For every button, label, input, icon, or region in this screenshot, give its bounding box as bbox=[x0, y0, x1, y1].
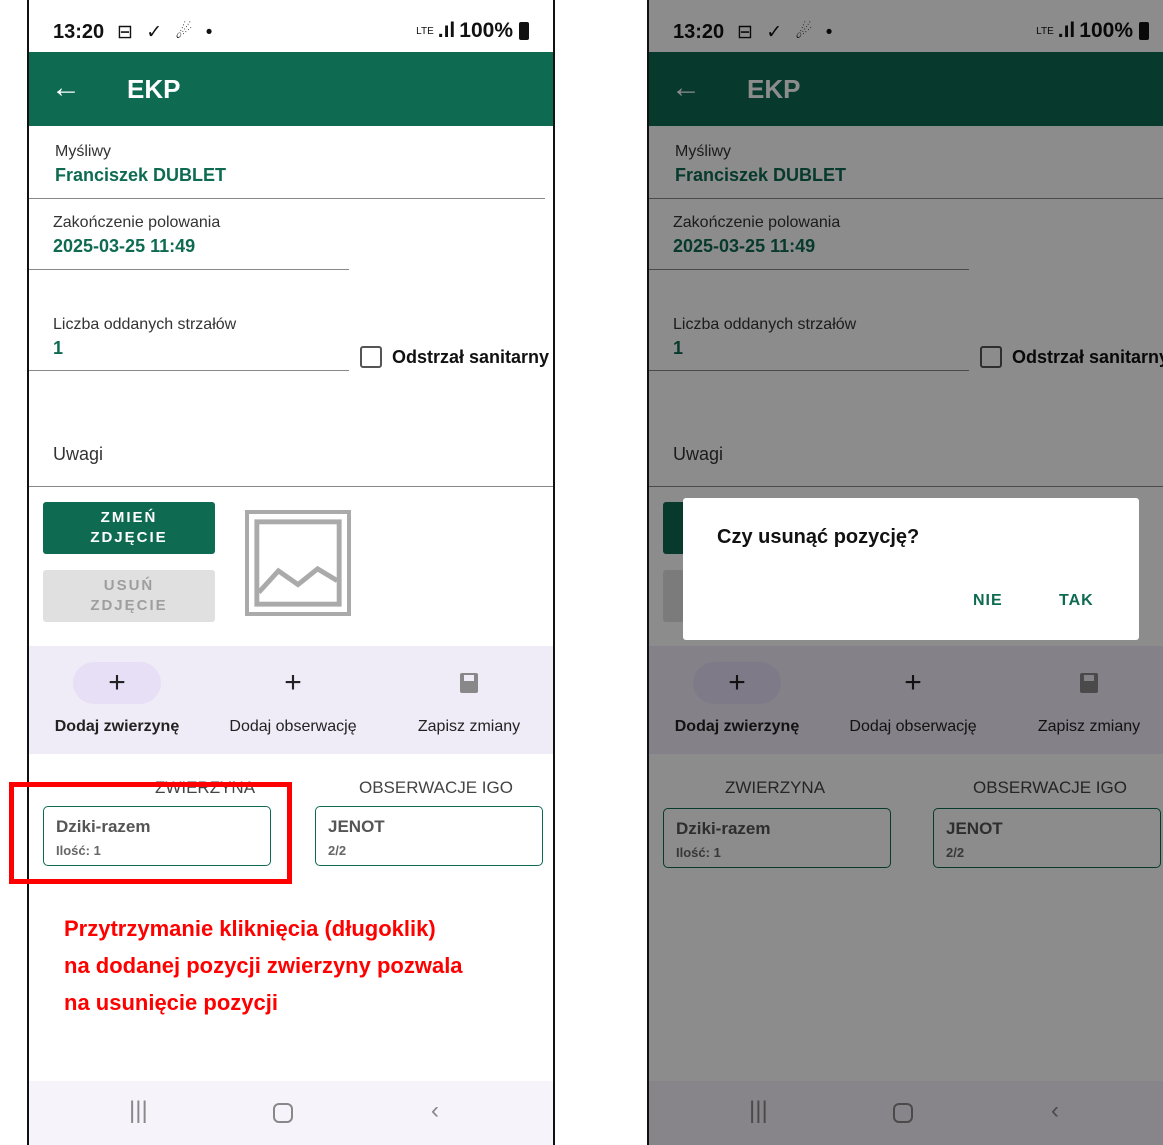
app-bar: ← EKP bbox=[29, 52, 553, 126]
hunter-label: Myśliwy bbox=[55, 143, 111, 160]
action-bar: + Dodaj zwierzynę + Dodaj obserwację Zap… bbox=[29, 646, 553, 754]
save-icon[interactable] bbox=[425, 662, 513, 704]
end-underline bbox=[29, 269, 349, 270]
page: 13:20 ⊟ ✓ ☄ • LTE .ıl 100% ← EKP Myśliwy… bbox=[0, 0, 1163, 1145]
back-icon[interactable]: ‹ bbox=[431, 1097, 439, 1125]
notes-label[interactable]: Uwagi bbox=[53, 444, 103, 465]
notification-icons: ⊟ ✓ ☄ • bbox=[117, 22, 217, 43]
network-icon: LTE bbox=[416, 25, 434, 37]
hunter-underline bbox=[29, 198, 545, 199]
observation-item-name: JENOT bbox=[328, 817, 385, 836]
sanitary-checkbox[interactable] bbox=[360, 346, 382, 368]
sanitary-label: Odstrzał sanitarny bbox=[392, 346, 550, 367]
plus-icon[interactable]: + bbox=[73, 662, 161, 704]
observations-section-header: OBSERWACJE IGO bbox=[359, 778, 513, 797]
phone-screen-right: 13:20 ⊟ ✓ ☄ • LTE .ıl 100% ← EKP Myśliwy… bbox=[647, 0, 1163, 1145]
page-title: EKP bbox=[127, 74, 181, 104]
end-label: Zakończenie polowania bbox=[53, 214, 221, 231]
add-observation-action[interactable]: + Dodaj obserwację bbox=[205, 646, 381, 754]
end-value[interactable]: 2025-03-25 11:49 bbox=[53, 236, 195, 257]
battery-level: 100% bbox=[459, 19, 513, 42]
notes-underline bbox=[29, 486, 553, 487]
observation-item-card[interactable]: JENOT 2/2 bbox=[315, 806, 543, 866]
status-time: 13:20 bbox=[53, 21, 105, 43]
save-action[interactable]: Zapisz zmiany bbox=[381, 646, 553, 754]
annotation-text: Przytrzymanie kliknięcia (długoklik) na … bbox=[64, 916, 463, 1015]
observation-item-count: 2/2 bbox=[328, 843, 347, 858]
sanitary-checkbox-row[interactable]: Odstrzał sanitarny bbox=[360, 346, 549, 368]
delete-photo-button[interactable]: USUŃ ZDJĘCIE bbox=[43, 570, 215, 622]
recent-apps-icon[interactable]: ||| bbox=[129, 1097, 148, 1125]
system-nav-bar: ||| ‹ bbox=[29, 1081, 553, 1145]
back-arrow-icon[interactable]: ← bbox=[51, 70, 81, 106]
dialog-yes-button[interactable]: TAK bbox=[1059, 592, 1094, 610]
change-photo-button[interactable]: ZMIEŃ ZDJĘCIE bbox=[43, 502, 215, 554]
confirm-delete-dialog: Czy usunąć pozycję? NIE TAK bbox=[683, 498, 1139, 640]
dialog-message: Czy usunąć pozycję? bbox=[717, 526, 920, 548]
shots-value[interactable]: 1 bbox=[53, 338, 63, 359]
image-placeholder-icon[interactable] bbox=[245, 510, 351, 616]
add-observation-label: Dodaj obserwację bbox=[229, 718, 357, 735]
shots-label: Liczba oddanych strzałów bbox=[53, 316, 237, 333]
save-label: Zapisz zmiany bbox=[417, 718, 521, 735]
hunter-value[interactable]: Franciszek DUBLET bbox=[55, 165, 226, 186]
home-icon[interactable] bbox=[273, 1103, 293, 1123]
annotation-highlight-box bbox=[9, 782, 292, 884]
dialog-no-button[interactable]: NIE bbox=[973, 592, 1003, 610]
shots-underline bbox=[29, 370, 349, 371]
add-game-label: Dodaj zwierzynę bbox=[54, 718, 180, 735]
battery-icon bbox=[519, 22, 529, 40]
add-game-action[interactable]: + Dodaj zwierzynę bbox=[29, 646, 205, 754]
status-right: LTE .ıl 100% bbox=[416, 19, 529, 43]
signal-icon: .ıl bbox=[437, 19, 456, 42]
plus-icon[interactable]: + bbox=[249, 662, 337, 704]
